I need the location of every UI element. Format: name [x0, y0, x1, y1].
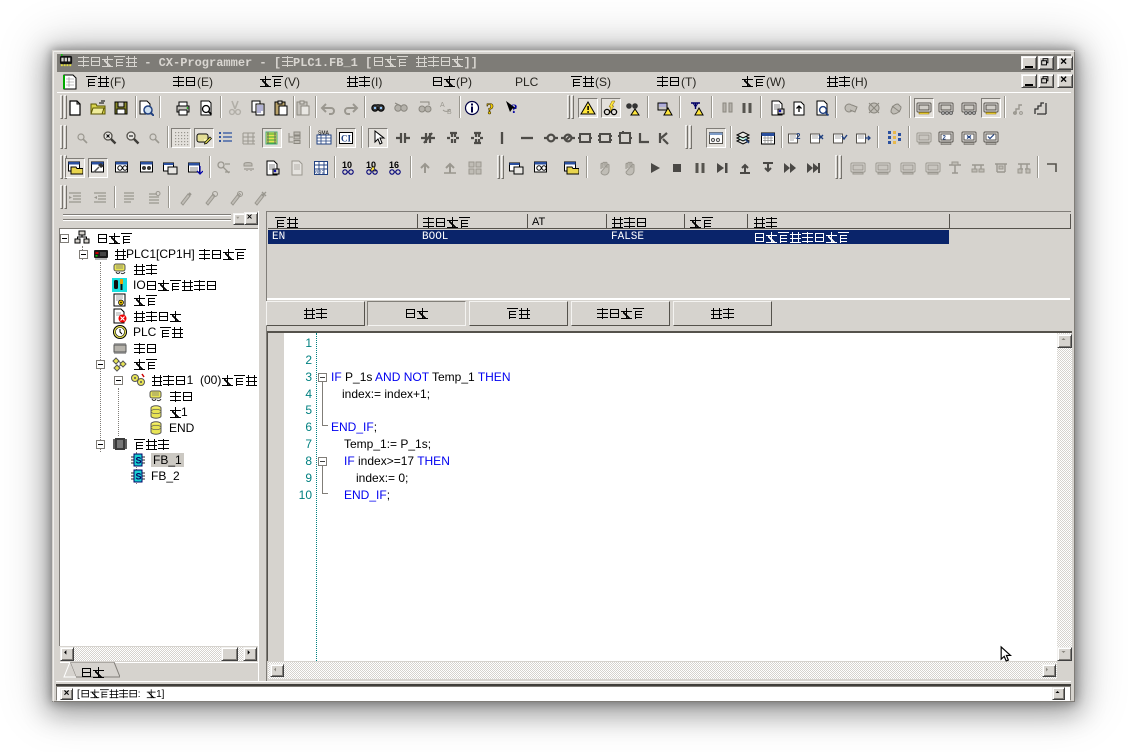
svg-text:10: 10: [342, 160, 352, 170]
svg-text:?: ?: [486, 101, 494, 116]
svg-text:2: 2: [796, 132, 801, 141]
svg-text:?: ?: [511, 101, 518, 116]
svg-text:S: S: [136, 472, 142, 482]
svg-text:002: 002: [315, 169, 325, 176]
svg-text:SMA: SMA: [318, 131, 330, 137]
svg-text:S: S: [136, 456, 142, 466]
svg-text:A: A: [440, 102, 445, 109]
svg-text:CI: CI: [341, 134, 351, 144]
svg-text:16: 16: [389, 160, 399, 170]
